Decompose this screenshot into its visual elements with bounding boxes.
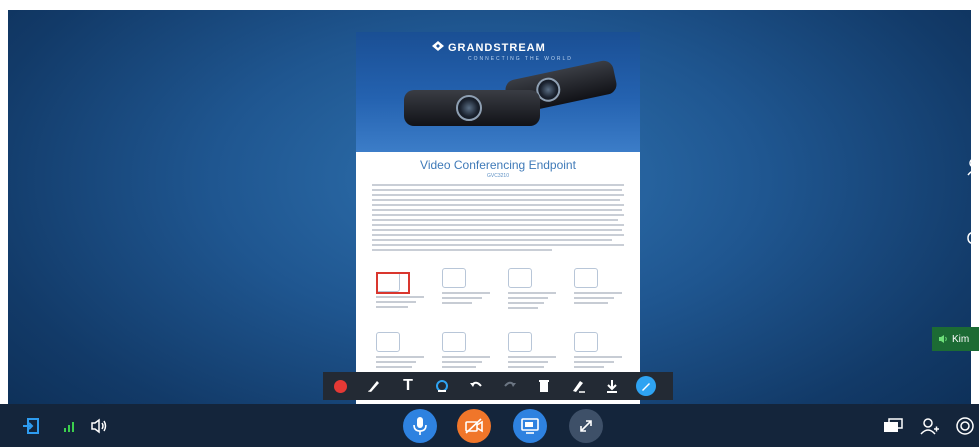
document-hero-banner: GRANDSTREAM CONNECTING THE WORLD bbox=[356, 32, 640, 152]
redo-icon bbox=[504, 381, 516, 387]
top-frame bbox=[0, 0, 979, 10]
microphone-button[interactable] bbox=[403, 409, 437, 443]
document-brand: GRANDSTREAM bbox=[448, 42, 546, 54]
record-icon bbox=[333, 379, 347, 393]
highlighter-tool-button[interactable] bbox=[425, 372, 459, 400]
pen-color-button[interactable] bbox=[629, 372, 663, 400]
feature-item bbox=[442, 268, 490, 307]
feature-item bbox=[376, 332, 424, 371]
pen-color-icon bbox=[636, 376, 656, 396]
camera-off-icon bbox=[465, 418, 483, 434]
annotation-highlight-box bbox=[376, 272, 410, 294]
redo-button[interactable] bbox=[493, 372, 527, 400]
microphone-icon bbox=[413, 417, 427, 435]
shared-document: GRANDSTREAM CONNECTING THE WORLD Video C… bbox=[356, 32, 640, 404]
undo-icon bbox=[470, 381, 482, 387]
brush-tool-button[interactable] bbox=[357, 372, 391, 400]
text-icon: T bbox=[403, 377, 413, 394]
fullscreen-icon bbox=[580, 420, 592, 432]
delete-icon bbox=[539, 380, 549, 392]
active-speaker-tag: Kim bbox=[932, 327, 979, 351]
left-frame bbox=[0, 0, 8, 447]
feature-item bbox=[574, 268, 622, 307]
signal-icon bbox=[64, 422, 74, 432]
exit-icon[interactable] bbox=[22, 417, 40, 435]
right-frame bbox=[971, 0, 979, 447]
document-title: Video Conferencing Endpoint bbox=[420, 158, 576, 172]
speaking-icon bbox=[939, 335, 947, 343]
download-button[interactable] bbox=[595, 372, 629, 400]
screen-share-button[interactable] bbox=[513, 409, 547, 443]
active-speaker-name: Kim bbox=[952, 333, 970, 345]
camera-image-front bbox=[404, 90, 540, 126]
text-tool-button[interactable]: T bbox=[391, 372, 425, 400]
settings-icon[interactable] bbox=[955, 416, 975, 436]
call-control-bar bbox=[0, 404, 979, 447]
speaker-icon[interactable] bbox=[90, 418, 108, 434]
feature-item bbox=[508, 332, 556, 371]
participant-icon[interactable] bbox=[966, 148, 979, 178]
camera-toggle-button[interactable] bbox=[457, 409, 491, 443]
delete-button[interactable] bbox=[527, 372, 561, 400]
document-model: GVC3210 bbox=[487, 173, 509, 179]
chat-icon[interactable] bbox=[966, 230, 979, 248]
undo-button[interactable] bbox=[459, 372, 493, 400]
feature-item bbox=[574, 332, 622, 371]
highlighter-icon bbox=[436, 380, 448, 392]
eraser-icon bbox=[573, 381, 585, 393]
eraser-tool-button[interactable] bbox=[561, 372, 595, 400]
document-brand-tagline: CONNECTING THE WORLD bbox=[468, 56, 573, 62]
participants-icon[interactable] bbox=[920, 417, 940, 435]
fullscreen-button[interactable] bbox=[569, 409, 603, 443]
record-button[interactable] bbox=[323, 372, 357, 400]
feature-item bbox=[508, 268, 556, 312]
layout-icon[interactable] bbox=[883, 418, 903, 434]
feature-item bbox=[442, 332, 490, 371]
download-icon bbox=[607, 380, 617, 393]
brush-icon bbox=[368, 381, 379, 392]
screen-share-icon bbox=[521, 418, 539, 434]
grandstream-logo-icon bbox=[432, 41, 444, 51]
annotation-toolbar: T bbox=[323, 372, 673, 400]
